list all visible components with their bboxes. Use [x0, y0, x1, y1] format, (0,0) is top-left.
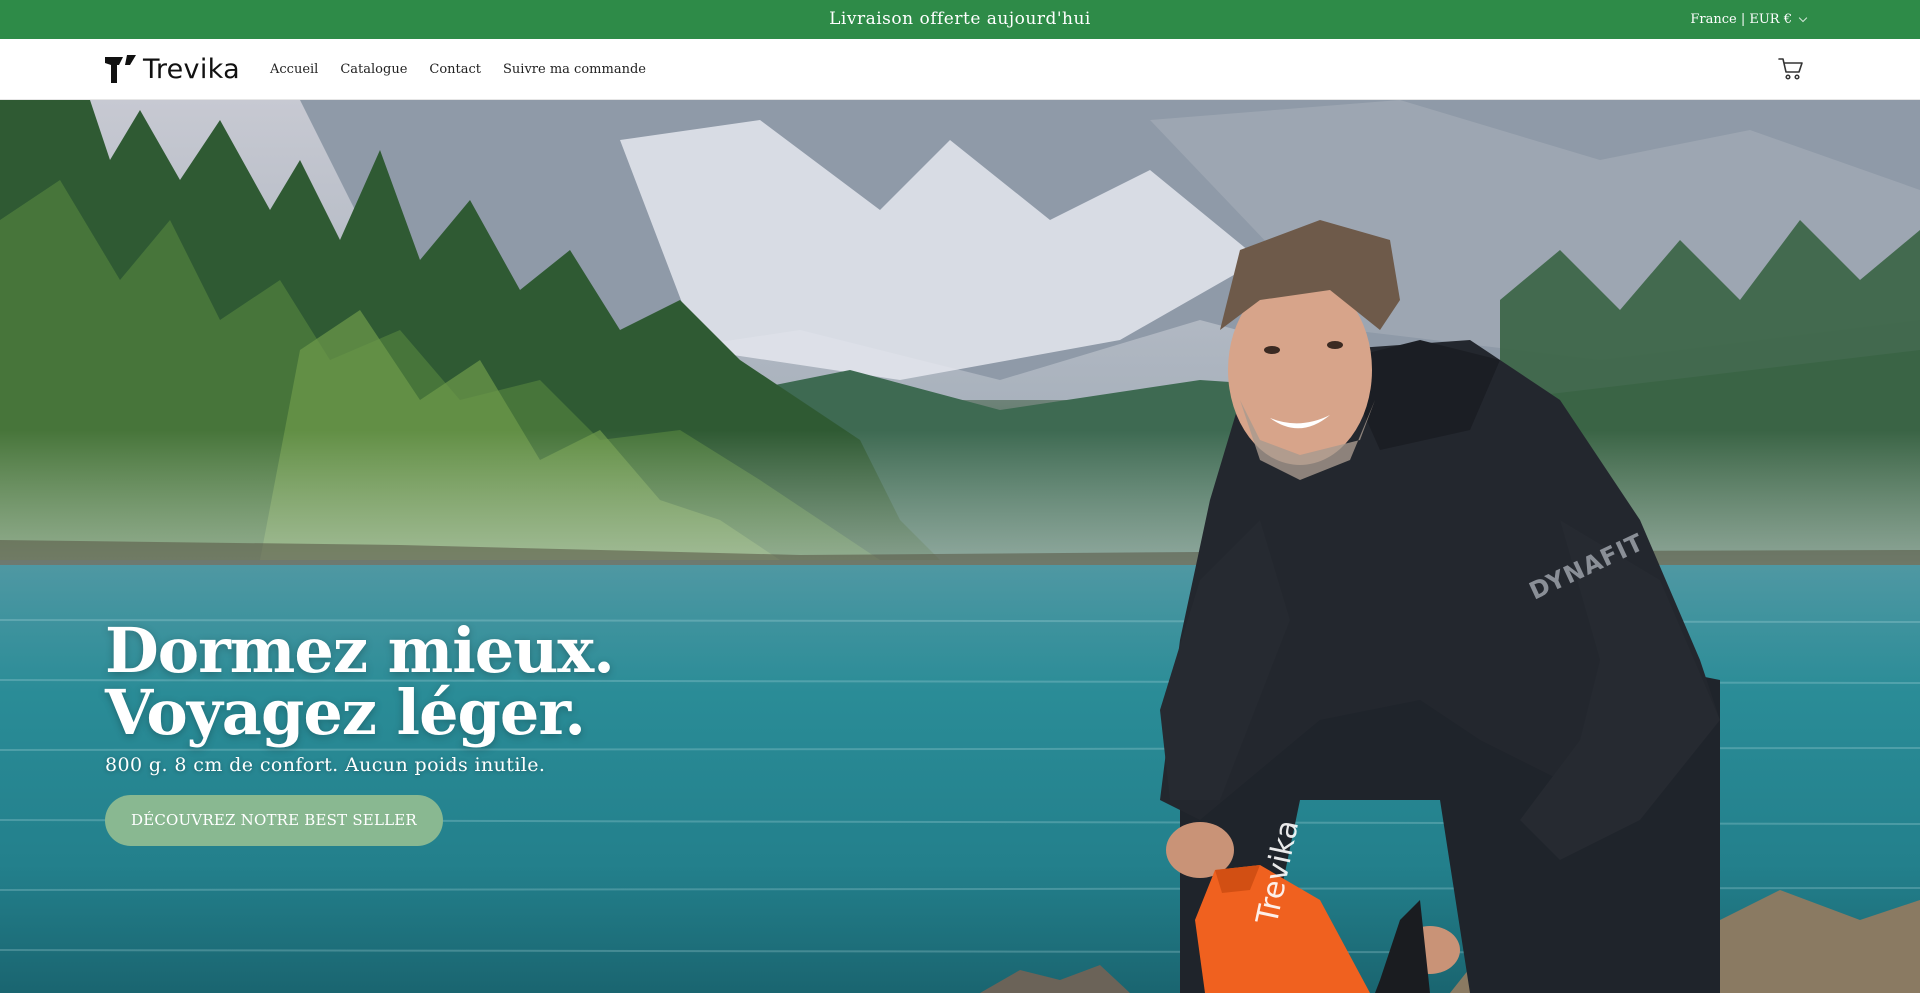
cart-icon[interactable] — [1778, 57, 1804, 81]
chevron-down-icon — [1798, 13, 1808, 22]
announcement-text: Livraison offerte aujourd'hui — [829, 9, 1091, 29]
site-header: Trevika Accueil Catalogue Contact Suivre… — [0, 39, 1920, 100]
announcement-bar: Livraison offerte aujourd'hui France | E… — [0, 0, 1920, 39]
nav-item-contact[interactable]: Contact — [429, 62, 481, 77]
discover-best-seller-button[interactable]: DÉCOUVREZ NOTRE BEST SELLER — [105, 795, 443, 846]
nav-item-accueil[interactable]: Accueil — [270, 62, 318, 77]
hero-subline: 800 g. 8 cm de confort. Aucun poids inut… — [105, 754, 546, 776]
nav-item-suivre-commande[interactable]: Suivre ma commande — [503, 62, 646, 77]
main-nav: Accueil Catalogue Contact Suivre ma comm… — [270, 39, 646, 100]
hero-headline-line2: Voyagez léger. — [105, 676, 586, 749]
nav-item-catalogue[interactable]: Catalogue — [340, 62, 407, 77]
brand-logo[interactable]: Trevika — [105, 53, 240, 85]
logo-mark-icon — [105, 55, 136, 83]
locale-selector[interactable]: France | EUR € — [1690, 0, 1808, 39]
locale-label: France | EUR € — [1690, 12, 1792, 27]
hero-content: Dormez mieux. Voyagez léger. 800 g. 8 cm… — [105, 620, 745, 846]
hero-banner: Trevika DYNAFIT Dormez mieux. Voyagez lé… — [0, 100, 1920, 993]
hero-headline: Dormez mieux. Voyagez léger. — [105, 620, 745, 744]
brand-name: Trevika — [143, 53, 240, 85]
